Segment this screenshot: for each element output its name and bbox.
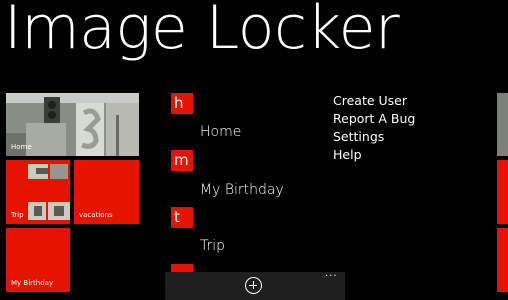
album-item-home[interactable]: Home: [200, 124, 241, 140]
trip-thumbnail: [50, 164, 68, 179]
add-circle-icon[interactable]: [245, 277, 262, 294]
tile-my-birthday[interactable]: My Birthday: [6, 228, 70, 292]
group-header-m[interactable]: m: [171, 150, 193, 171]
album-item-trip[interactable]: Trip: [200, 238, 225, 254]
group-header-t[interactable]: t: [171, 207, 193, 228]
menu-item-report-a-bug[interactable]: Report A Bug: [333, 110, 415, 128]
album-item-my-birthday[interactable]: My Birthday: [200, 182, 284, 198]
app-title: Image Locker: [4, 0, 400, 63]
tile-trip[interactable]: Trip: [6, 160, 70, 224]
menu: Create User Report A Bug Settings Help: [333, 92, 415, 164]
next-panel-tile[interactable]: [497, 160, 508, 224]
next-panel-tile[interactable]: [497, 228, 508, 292]
tile-label: My Birthday: [11, 279, 54, 287]
app-bar: ...: [165, 269, 345, 300]
menu-item-create-user[interactable]: Create User: [333, 92, 415, 110]
tile-label: Trip: [11, 211, 24, 219]
menu-item-help[interactable]: Help: [333, 146, 415, 164]
menu-item-settings[interactable]: Settings: [333, 128, 415, 146]
tile-label: vacations: [79, 211, 113, 219]
trip-thumbnail: [34, 206, 42, 216]
more-options-button[interactable]: ...: [325, 269, 338, 279]
tile-label: Home: [11, 143, 32, 151]
tile-vacations[interactable]: vacations: [74, 160, 139, 224]
trip-thumbnail: [54, 206, 64, 216]
next-panel-tile[interactable]: [497, 93, 508, 156]
trip-thumbnail: [36, 168, 48, 174]
group-header-h[interactable]: h: [171, 93, 193, 114]
tile-home[interactable]: Home: [6, 93, 139, 156]
